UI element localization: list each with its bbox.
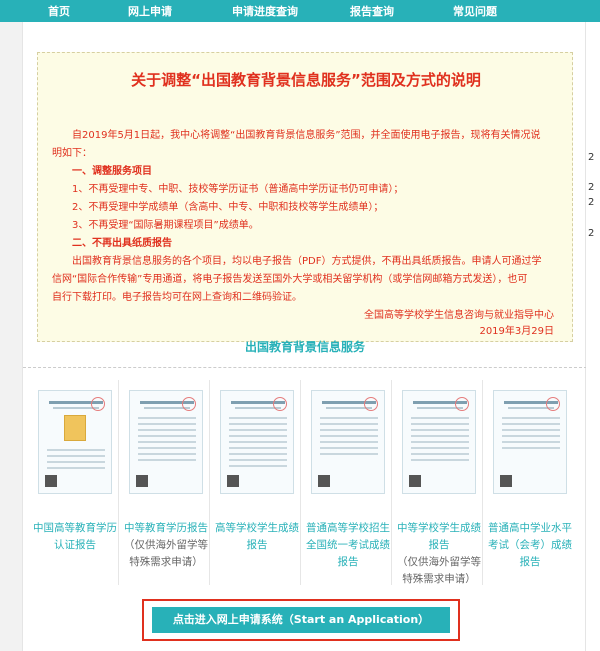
report-card-gaokao-score[interactable]: 普通高等学校招生全国统一考试成绩报告 bbox=[304, 380, 392, 585]
report-card-secondary-transcript[interactable]: 中等学校学生成绩报告 （仅供海外留学等特殊需求申请） bbox=[395, 380, 483, 585]
report-card-label[interactable]: 中国高等教育学历认证报告 bbox=[33, 520, 117, 554]
report-card-label[interactable]: 普通高中学业水平考试（会考）成绩报告 bbox=[488, 520, 572, 571]
sidebar-text: 2 bbox=[588, 152, 595, 163]
report-thumbnail[interactable] bbox=[38, 390, 112, 494]
top-nav: 首页 网上申请 申请进度查询 报告查询 常见问题 bbox=[0, 0, 600, 22]
qr-code-icon bbox=[227, 475, 239, 487]
nav-item-report-query[interactable]: 报告查询 bbox=[350, 3, 394, 19]
report-card-note: （仅供海外留学等特殊需求申请） bbox=[397, 556, 481, 585]
qr-code-icon bbox=[45, 475, 57, 487]
report-card-label[interactable]: 中等教育学历报告 （仅供海外留学等特殊需求申请） bbox=[124, 520, 208, 571]
report-thumbnail[interactable] bbox=[220, 390, 294, 494]
qr-code-icon bbox=[136, 475, 148, 487]
report-card-label[interactable]: 高等学校学生成绩报告 bbox=[215, 520, 299, 554]
sidebar-text: 2 bbox=[588, 228, 595, 239]
report-card-huikao-score[interactable]: 普通高中学业水平考试（会考）成绩报告 bbox=[486, 380, 574, 585]
sidebar-text: 2 bbox=[588, 182, 595, 193]
report-card-degree-certification[interactable]: 中国高等教育学历认证报告 bbox=[31, 380, 119, 585]
stamp-icon bbox=[455, 397, 469, 411]
main-panel: 关于调整“出国教育背景信息服务”范围及方式的说明 自2019年5月1日起，我中心… bbox=[22, 22, 587, 651]
right-sidebar-partial: 2 2 2 2 bbox=[586, 22, 600, 651]
stamp-icon bbox=[364, 397, 378, 411]
notice-intro-line1: 自2019年5月1日起，我中心将调整“出国教育背景信息服务”范围，并全面使用电子… bbox=[72, 130, 541, 141]
service-section-title: 出国教育背景信息服务 bbox=[244, 340, 365, 354]
notice-item2: 2、不再受理中学成绩单（含高中、中专、中职和技校等学生成绩单）； bbox=[72, 202, 384, 213]
nav-item-progress[interactable]: 申请进度查询 bbox=[232, 3, 298, 19]
notice-section2-heading: 二、不再出具纸质报告 bbox=[72, 238, 172, 249]
report-thumbnail[interactable] bbox=[402, 390, 476, 494]
nav-item-home[interactable]: 首页 bbox=[48, 3, 70, 19]
stamp-icon bbox=[91, 397, 105, 411]
left-margin bbox=[0, 22, 22, 651]
nav-item-online-apply[interactable]: 网上申请 bbox=[128, 3, 172, 19]
report-card-university-transcript[interactable]: 高等学校学生成绩报告 bbox=[213, 380, 301, 585]
stamp-icon bbox=[273, 397, 287, 411]
apply-button-highlight: 点击进入网上申请系统（Start an Application） bbox=[142, 599, 460, 641]
notice-item3: 3、不再受理“国际暑期课程项目”成绩单。 bbox=[72, 220, 259, 231]
notice-box: 关于调整“出国教育背景信息服务”范围及方式的说明 自2019年5月1日起，我中心… bbox=[37, 52, 573, 342]
report-card-note: （仅供海外留学等特殊需求申请） bbox=[124, 539, 208, 568]
notice-signature: 全国高等学校学生信息咨询与就业指导中心 bbox=[364, 310, 554, 321]
start-application-button[interactable]: 点击进入网上申请系统（Start an Application） bbox=[152, 607, 450, 633]
report-thumbnail[interactable] bbox=[311, 390, 385, 494]
report-thumbnail[interactable] bbox=[493, 390, 567, 494]
notice-date: 2019年3月29日 bbox=[479, 326, 554, 337]
sidebar-text: 2 bbox=[588, 197, 595, 208]
report-card-secondary-education[interactable]: 中等教育学历报告 （仅供海外留学等特殊需求申请） bbox=[122, 380, 210, 585]
section-divider bbox=[23, 367, 587, 368]
stamp-icon bbox=[546, 397, 560, 411]
notice-section1-heading: 一、调整服务项目 bbox=[72, 166, 152, 177]
stamp-icon bbox=[182, 397, 196, 411]
nav-item-faq[interactable]: 常见问题 bbox=[453, 3, 497, 19]
qr-code-icon bbox=[409, 475, 421, 487]
report-card-label[interactable]: 中等学校学生成绩报告 （仅供海外留学等特殊需求申请） bbox=[397, 520, 481, 588]
notice-para-line1: 出国教育背景信息服务的各个项目，均以电子报告（PDF）方式提供，不再出具纸质报告… bbox=[72, 256, 542, 267]
notice-para-line3: 自行下载打印。电子报告均可在网上查询和二维码验证。 bbox=[52, 292, 302, 303]
report-card-label[interactable]: 普通高等学校招生全国统一考试成绩报告 bbox=[306, 520, 390, 571]
photo-icon bbox=[64, 415, 86, 441]
report-thumbnail[interactable] bbox=[129, 390, 203, 494]
notice-item1: 1、不再受理中专、中职、技校等学历证书（普通高中学历证书仍可申请）； bbox=[72, 184, 404, 195]
notice-title: 关于调整“出国教育背景信息服务”范围及方式的说明 bbox=[131, 71, 481, 89]
notice-para-line2: 信网“国际合作传输”专用通道，将电子报告发送至国外大学或相关留学机构（或学信网邮… bbox=[52, 274, 528, 285]
qr-code-icon bbox=[318, 475, 330, 487]
qr-code-icon bbox=[500, 475, 512, 487]
notice-intro-line2: 明如下： bbox=[52, 148, 92, 159]
